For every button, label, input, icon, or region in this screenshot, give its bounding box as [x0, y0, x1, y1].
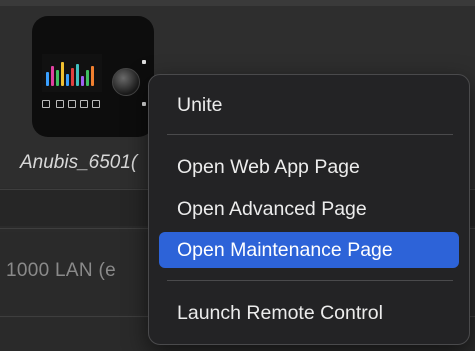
context-menu: Unite Open Web App Page Open Advanced Pa… — [148, 74, 470, 345]
menu-separator — [167, 280, 453, 281]
device-button-icon — [42, 100, 50, 108]
device-button-icon — [56, 100, 64, 108]
menu-item-launch-remote-control[interactable]: Launch Remote Control — [159, 295, 459, 331]
menu-item-unite[interactable]: Unite — [159, 87, 459, 123]
device-led-icon — [142, 102, 146, 106]
device-button-icon — [92, 100, 100, 108]
menu-item-open-maintenance-page[interactable]: Open Maintenance Page — [159, 232, 459, 268]
title-bar-edge — [0, 0, 475, 6]
network-interface-text: 1000 LAN (e — [6, 260, 116, 281]
device-tile[interactable] — [32, 16, 154, 137]
menu-item-open-web-app-page[interactable]: Open Web App Page — [159, 149, 459, 185]
menu-separator — [167, 134, 453, 135]
app-window: 1000 LAN (e Anubis_6501( Unite Open Web … — [0, 0, 475, 351]
menu-item-open-advanced-page[interactable]: Open Advanced Page — [159, 191, 459, 227]
device-name-label: Anubis_6501( — [20, 152, 138, 173]
device-screen-graphic — [42, 54, 102, 92]
device-led-icon — [142, 60, 146, 64]
device-button-icon — [80, 100, 88, 108]
device-knob-graphic — [112, 68, 140, 96]
device-button-icon — [68, 100, 76, 108]
